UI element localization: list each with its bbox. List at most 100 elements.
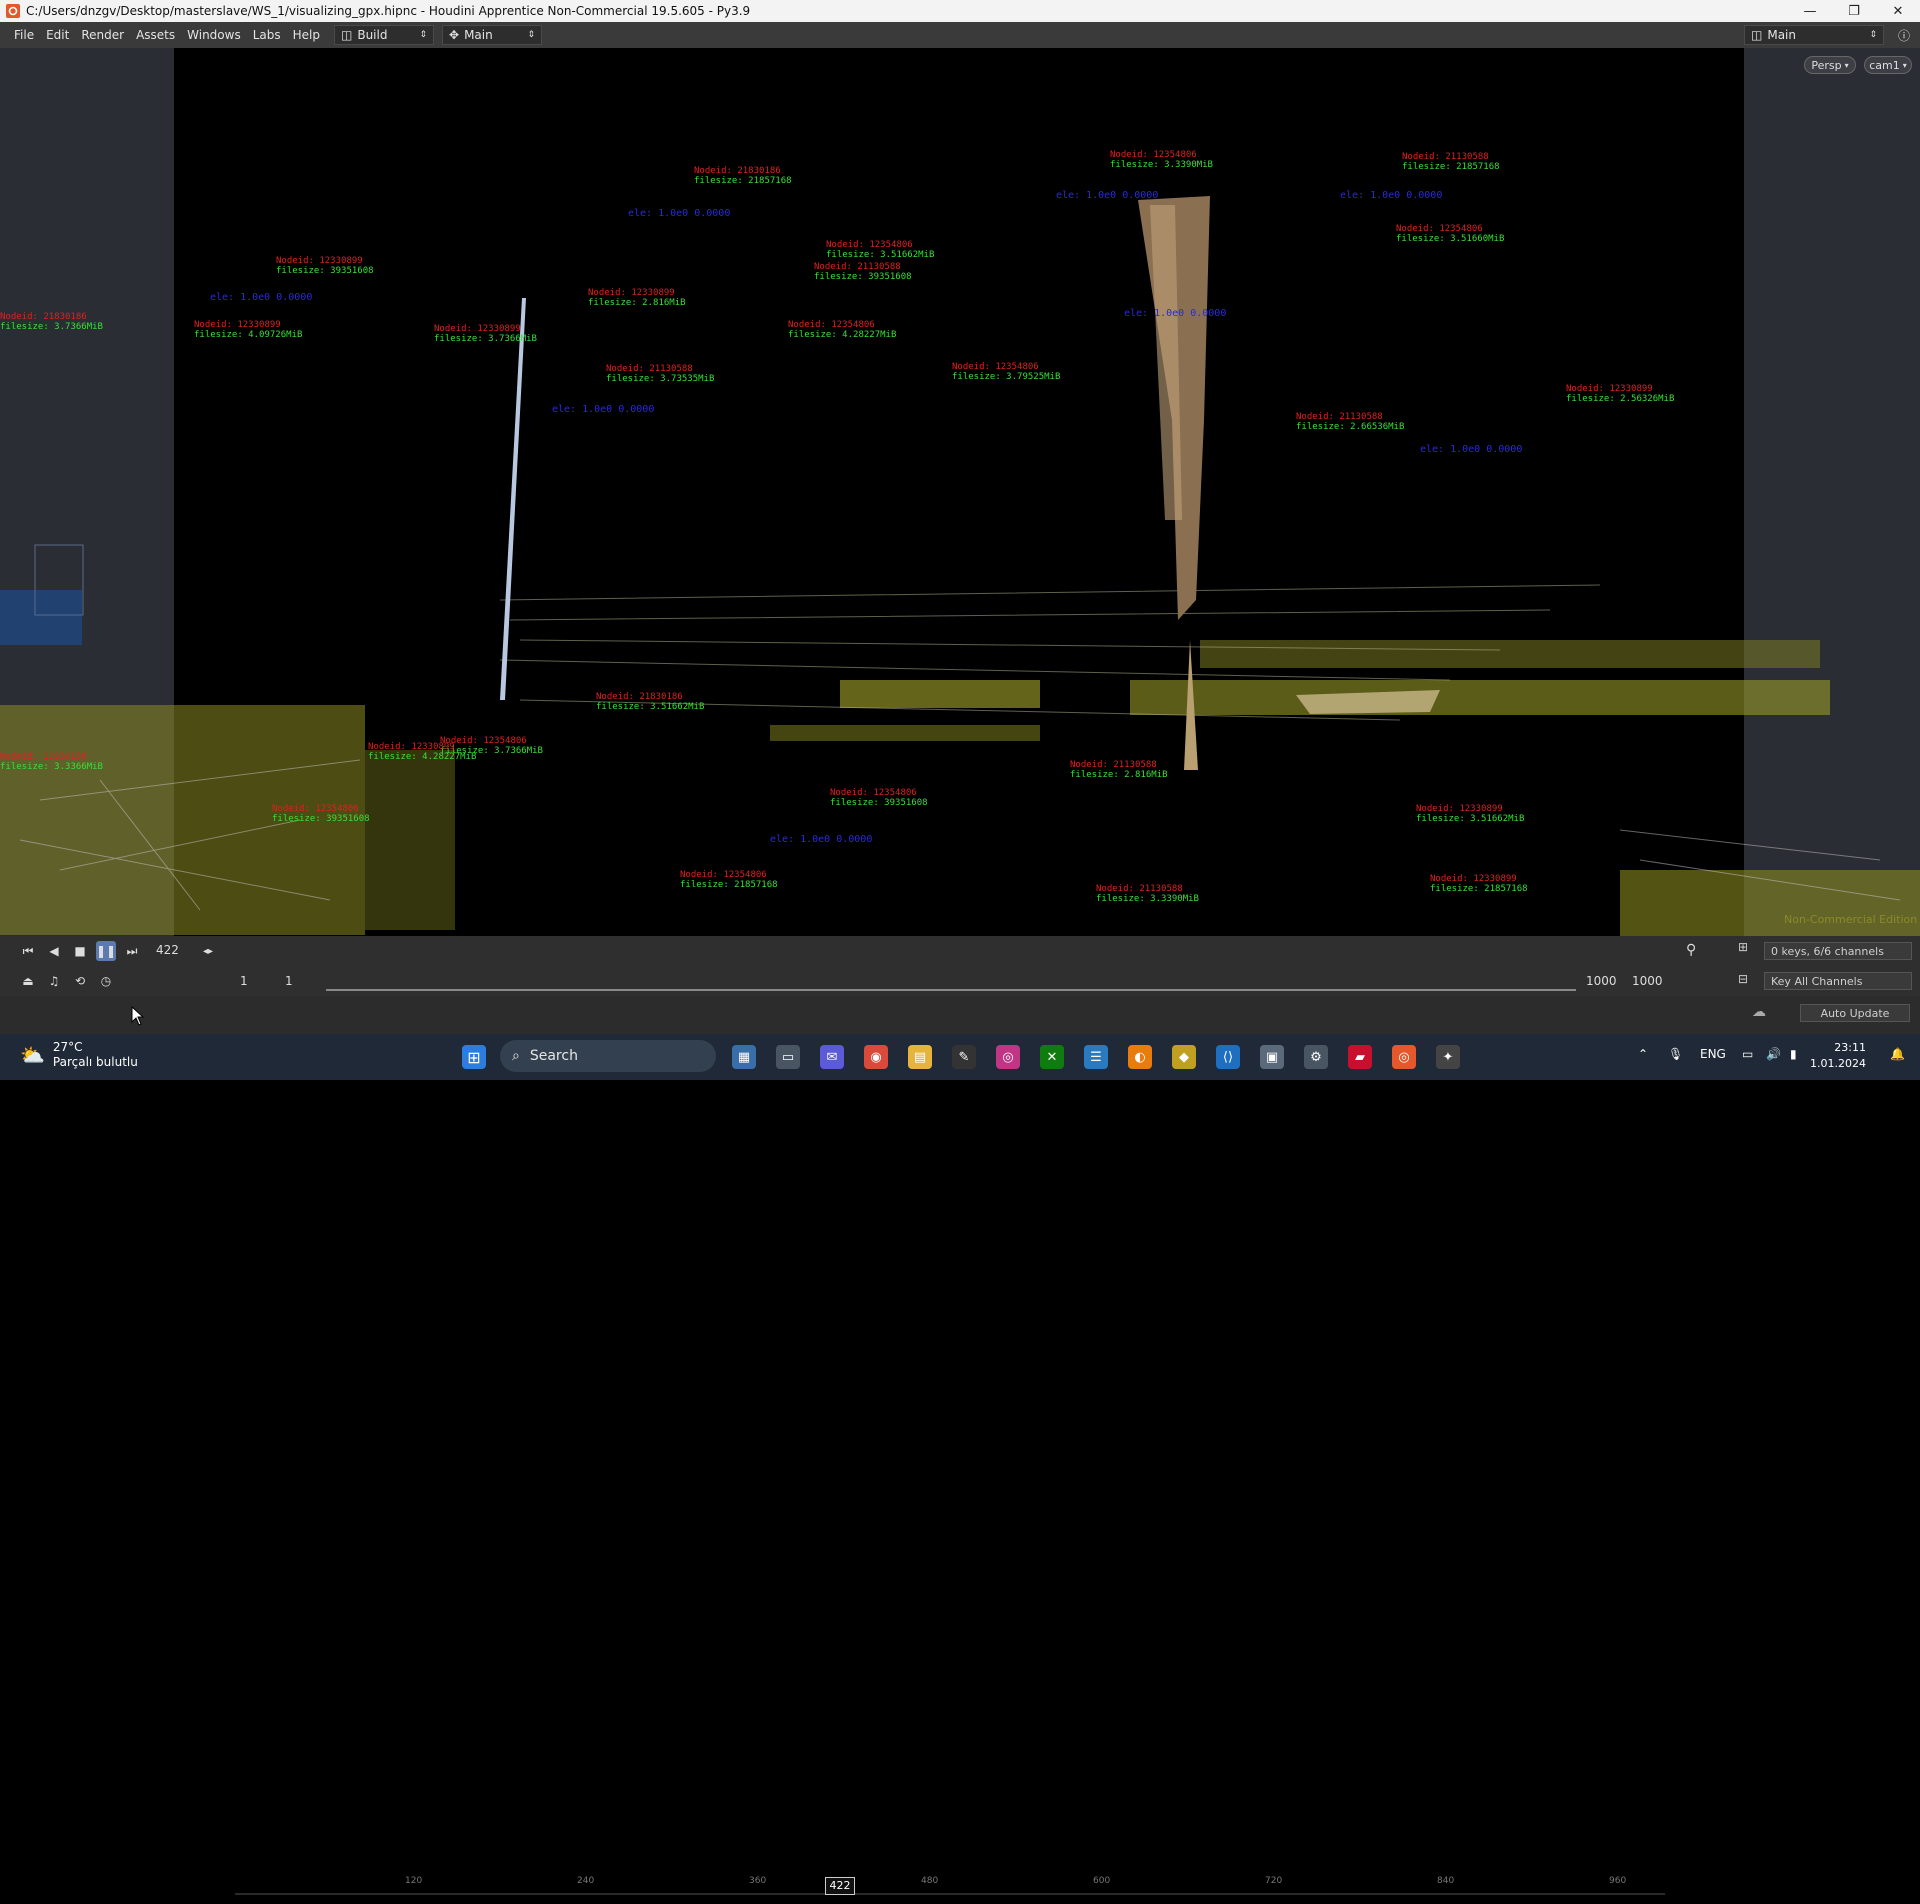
inkscape-icon[interactable]: ✎: [952, 1045, 976, 1069]
annotation: Nodeid: 12354806 filesize: 3.51660MiB: [1396, 224, 1504, 244]
realtime-toggle-icon[interactable]: ⏏: [18, 971, 38, 991]
elevation-label: ele: 1.0e0 0.0000: [770, 834, 873, 845]
annotation: Nodeid: 21130588 filesize: 21857168: [1402, 152, 1500, 172]
range-end2-field[interactable]: 1000: [1632, 974, 1663, 988]
camera-cam-label: cam1: [1869, 58, 1900, 72]
key-icon[interactable]: ⚲: [1686, 942, 1696, 958]
scene-geometry: [0, 196, 1920, 936]
notepad-icon[interactable]: ☰: [1084, 1045, 1108, 1069]
volume-icon[interactable]: 🔊: [1766, 1047, 1781, 1061]
app-icon[interactable]: ✦: [1436, 1045, 1460, 1069]
terrain-patch: [1130, 680, 1830, 715]
battery-icon[interactable]: ▮: [1790, 1047, 1797, 1061]
desktop-selector[interactable]: ◫ Build ⇕: [334, 25, 434, 45]
task-view-icon[interactable]: ▭: [776, 1045, 800, 1069]
annotation: Nodeid: 21830186 filesize: 3.3366MiB: [0, 752, 103, 772]
menu-render[interactable]: Render: [75, 28, 130, 42]
git-icon[interactable]: ◆: [1172, 1045, 1196, 1069]
menu-labs[interactable]: Labs: [247, 28, 287, 42]
houdini-taskbar-icon[interactable]: ◎: [1392, 1045, 1416, 1069]
annotation-filesize: filesize: 3.3390MiB: [1096, 894, 1199, 904]
annotation: Nodeid: 12330899 filesize: 2.816MiB: [588, 288, 686, 308]
range-start-field[interactable]: 1: [240, 974, 248, 988]
annotation-nodeid: Nodeid: 12330899: [1430, 874, 1517, 884]
loop-icon[interactable]: ⟲: [70, 971, 90, 991]
annotation-nodeid: Nodeid: 12354806: [272, 804, 359, 814]
tray-chevron-icon[interactable]: ⌃: [1638, 1047, 1648, 1061]
play-reverse-button[interactable]: ◀: [44, 941, 64, 961]
minimize-button[interactable]: —: [1788, 0, 1832, 22]
camera-cam-menu[interactable]: cam1 ▾: [1864, 56, 1912, 74]
annotation-nodeid: Nodeid: 12330899: [434, 324, 521, 334]
annotation-filesize: filesize: 3.7366MiB: [0, 322, 103, 332]
cloud-icon: ☁: [1752, 1004, 1766, 1020]
annotation: Nodeid: 21130588 filesize: 39351608: [814, 262, 912, 282]
annotation: Nodeid: 12354806 filesize: 3.3390MiB: [1110, 150, 1213, 170]
menu-assets[interactable]: Assets: [130, 28, 181, 42]
chrome-icon[interactable]: ◉: [864, 1045, 888, 1069]
elevation-label: ele: 1.0e0 0.0000: [1420, 444, 1523, 455]
pause-button[interactable]: ❚❚: [96, 941, 116, 961]
current-frame-field[interactable]: 422: [156, 943, 179, 957]
acrobat-icon[interactable]: ▰: [1348, 1045, 1372, 1069]
start-icon[interactable]: ⊞: [462, 1045, 486, 1069]
menu-windows[interactable]: Windows: [181, 28, 247, 42]
jump-end-button[interactable]: ⏭: [122, 941, 142, 961]
annotation-nodeid: Nodeid: 21830186: [0, 312, 87, 322]
annotation-filesize: filesize: 2.66536MiB: [1296, 422, 1405, 432]
chevron-updown-icon: ⇕: [419, 30, 427, 40]
pane-selector[interactable]: ✥ Main ⇕: [442, 25, 542, 45]
network-icon[interactable]: ▭: [1742, 1047, 1753, 1061]
keyframe-icon[interactable]: ⊟: [1738, 972, 1748, 986]
chat-icon[interactable]: ✉: [820, 1045, 844, 1069]
menu-file[interactable]: File: [8, 28, 40, 42]
weather-widget[interactable]: ⛅ 27°C Parçalı bulutlu: [20, 1040, 138, 1070]
notification-icon[interactable]: 🔔: [1890, 1047, 1905, 1061]
auto-update-button[interactable]: Auto Update: [1800, 1004, 1910, 1022]
annotation: Nodeid: 12330899 filesize: 4.09726MiB: [194, 320, 302, 340]
annotation-filesize: filesize: 3.51662MiB: [826, 250, 935, 260]
vscode-icon[interactable]: ⟨⟩: [1216, 1045, 1240, 1069]
clock[interactable]: 23:11 1.01.2024: [1798, 1040, 1866, 1072]
instagram-icon[interactable]: ◎: [996, 1045, 1020, 1069]
annotation: Nodeid: 12330899 filesize: 4.28227MiB: [368, 742, 476, 762]
right-desktop-selector[interactable]: ◫ Main ⇕: [1744, 25, 1884, 45]
annotation-filesize: filesize: 3.7366MiB: [434, 334, 537, 344]
widgets-icon[interactable]: ▦: [732, 1045, 756, 1069]
annotation-nodeid: Nodeid: 12354806: [952, 362, 1039, 372]
xbox-icon[interactable]: ✕: [1040, 1045, 1064, 1069]
camera-persp-menu[interactable]: Persp ▾: [1804, 56, 1856, 74]
terminal-icon[interactable]: ▣: [1260, 1045, 1284, 1069]
close-button[interactable]: ✕: [1876, 0, 1920, 22]
annotation-nodeid: Nodeid: 21130588: [814, 262, 901, 272]
range-end-field[interactable]: 1000: [1586, 974, 1617, 988]
playhead-marker[interactable]: 422: [825, 1877, 855, 1895]
clock-icon[interactable]: ◷: [96, 971, 116, 991]
jump-start-button[interactable]: ⏮: [18, 941, 38, 961]
language-indicator[interactable]: ENG: [1700, 1047, 1726, 1061]
annotation-nodeid: Nodeid: 21830186: [0, 752, 87, 762]
annotation-nodeid: Nodeid: 12330899: [588, 288, 675, 298]
range-slider[interactable]: [326, 989, 1576, 991]
restore-button[interactable]: ❐: [1832, 0, 1876, 22]
desktop-label: Build: [357, 28, 388, 42]
taskbar-search[interactable]: ⌕ Search: [500, 1040, 716, 1072]
elevation-label: ele: 1.0e0 0.0000: [1340, 190, 1443, 201]
menu-edit[interactable]: Edit: [40, 28, 75, 42]
menu-help[interactable]: Help: [287, 28, 326, 42]
microphone-icon[interactable]: 🎙: [1668, 1047, 1683, 1061]
channel-icon[interactable]: ⊞: [1738, 940, 1748, 954]
menu-bar: File Edit Render Assets Windows Labs Hel…: [0, 22, 1920, 48]
range-start2-field[interactable]: 1: [285, 974, 293, 988]
help-icon[interactable]: ⓘ: [1898, 27, 1910, 44]
step-frame-icon[interactable]: ◂▸: [198, 941, 218, 961]
key-all-channels-button[interactable]: Key All Channels: [1764, 972, 1912, 990]
stop-button[interactable]: ■: [70, 941, 90, 961]
audio-icon[interactable]: ♫: [44, 971, 64, 991]
keys-channels-field[interactable]: 0 keys, 6/6 channels: [1764, 942, 1912, 960]
timeline-ruler[interactable]: 120 240 360 480 600 720 840 960 422: [235, 1876, 1665, 1900]
settings-icon[interactable]: ⚙: [1304, 1045, 1328, 1069]
blender-icon[interactable]: ◐: [1128, 1045, 1152, 1069]
file-explorer-icon[interactable]: ▤: [908, 1045, 932, 1069]
elevation-label: ele: 1.0e0 0.0000: [210, 292, 313, 303]
